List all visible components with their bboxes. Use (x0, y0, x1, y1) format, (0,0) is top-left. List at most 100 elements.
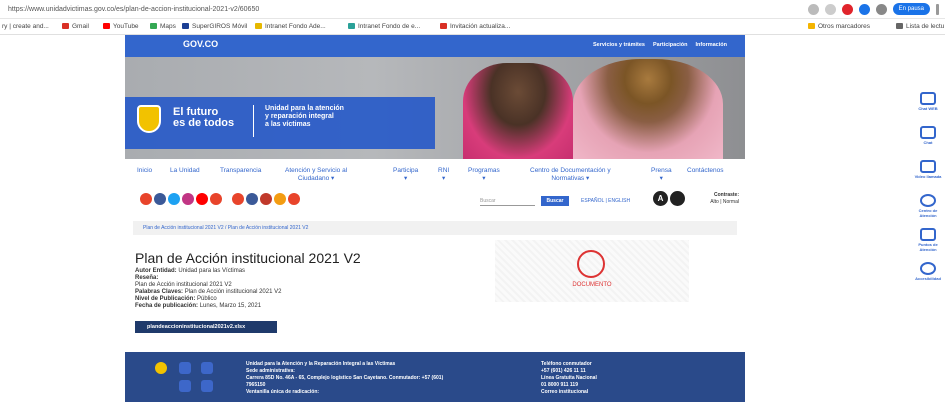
gov-nav: Servicios y trámites Participación Infor… (593, 42, 727, 48)
nav-item-inicio[interactable]: Inicio (137, 167, 152, 175)
banner-brand-box: El futuro es de todos Unidad para la ate… (125, 97, 435, 149)
instagram-icon[interactable] (182, 193, 194, 205)
language-switcher[interactable]: ESPAÑOL | ENGLISH (581, 197, 630, 205)
photo-woman (463, 63, 573, 159)
social-icon[interactable] (260, 193, 272, 205)
meta-label: Fecha de publicación: (135, 303, 199, 309)
bookmark-folder[interactable]: Otros marcadores (808, 19, 870, 35)
divider (253, 105, 254, 137)
youtube-icon[interactable] (201, 362, 213, 374)
breadcrumb[interactable]: Plan de Acción institucional 2021 V2 / P… (133, 221, 737, 235)
contact-center-button[interactable]: Centro de Atención (914, 192, 942, 224)
bookmark-item[interactable]: Intranet Fondo Ade... (255, 19, 326, 35)
menu-icon[interactable] (936, 3, 939, 15)
contrast-options[interactable]: Alto | Normal (697, 199, 739, 206)
logo-icon (155, 362, 167, 374)
nav-item-rni[interactable]: RNI ▾ (438, 167, 449, 183)
nav-item-atencion[interactable]: Atención y Servicio al Ciudadano ▾ (285, 167, 347, 183)
contrast-label: Contraste: (713, 192, 739, 198)
browser-toolbar: En pausa (807, 3, 939, 15)
nav-item-participa[interactable]: Participa ▾ (393, 167, 418, 183)
twitter-icon[interactable] (168, 193, 180, 205)
bookmark-item[interactable]: Maps (150, 19, 176, 35)
share-icon[interactable] (807, 3, 819, 15)
reading-list-icon (896, 23, 903, 30)
bookmark-item[interactable]: Intranet Fondo de e... (348, 19, 420, 35)
chat-button[interactable]: Chat (914, 124, 942, 156)
gov-nav-link[interactable]: Servicios y trámites (593, 42, 645, 48)
puzzle-icon[interactable] (875, 3, 887, 15)
document-preview[interactable]: DOCUMENTO (495, 240, 689, 302)
phone-icon (920, 194, 936, 207)
facebook-icon[interactable] (154, 193, 166, 205)
extension-icon[interactable] (858, 3, 870, 15)
meta-label: Palabras Claves: (135, 289, 184, 295)
nav-item-programas[interactable]: Programas ▾ (468, 167, 500, 183)
facebook-icon[interactable] (179, 362, 191, 374)
page-viewport: GOV.CO Servicios y trámites Participació… (0, 35, 945, 402)
nav-item-centro-documentacion[interactable]: Centro de Documentación y Normativas ▾ (530, 167, 611, 183)
social-icon[interactable] (288, 193, 300, 205)
meta-label: Autor Entidad: (135, 268, 177, 274)
url-text[interactable]: https://www.unidadvictimas.gov.co/es/pla… (8, 0, 259, 19)
spacer (224, 193, 230, 205)
gov-nav-link[interactable]: Participación (653, 42, 688, 48)
social-icon[interactable] (232, 193, 244, 205)
search-button[interactable]: Buscar (541, 196, 569, 206)
social-icon[interactable] (140, 193, 152, 205)
gov-nav-link[interactable]: Información (696, 42, 727, 48)
document-label: DOCUMENTO (572, 282, 612, 288)
flickr-icon[interactable] (210, 193, 222, 205)
unit-name[interactable]: Unidad para la atención y reparación int… (265, 105, 344, 129)
service-points-button[interactable]: Puntos de Atención (914, 226, 942, 258)
video-call-button[interactable]: Video llamada (914, 158, 942, 190)
video-call-icon (920, 160, 936, 173)
document-metadata: Autor Entidad: Unidad para las Víctimas … (135, 268, 281, 310)
document-icon (577, 250, 605, 278)
extension-icon[interactable] (841, 3, 853, 15)
meta-value: Plan de Acción institucional 2021 V2 (184, 289, 282, 295)
text-size-icon[interactable]: A (653, 191, 668, 206)
folder-icon (808, 23, 815, 30)
profile-pause-button[interactable]: En pausa (892, 3, 930, 15)
intranet-icon (348, 23, 355, 30)
meta-value: Unidad para las Víctimas (178, 268, 246, 274)
meta-label: Reseña: (135, 275, 159, 281)
nav-item-contactenos[interactable]: Contáctenos (687, 167, 724, 175)
nav-item-transparencia[interactable]: Transparencia (220, 167, 261, 175)
social-icon[interactable] (246, 193, 258, 205)
location-icon (920, 228, 936, 241)
website: GOV.CO Servicios y trámites Participació… (125, 35, 745, 402)
nav-item-la-unidad[interactable]: La Unidad (170, 167, 200, 175)
search-input[interactable]: Buscar (480, 197, 535, 206)
footer-contact: Teléfono conmutador +57 (601) 426 11 11 … (541, 361, 597, 395)
twitter-icon[interactable] (201, 380, 213, 392)
main-nav: Inicio La Unidad Transparencia Atención … (125, 159, 745, 187)
bookmarks-bar: ry | create and... Gmail YouTube Maps Su… (0, 19, 945, 35)
address-bar[interactable]: https://www.unidadvictimas.gov.co/es/pla… (0, 0, 945, 19)
meta-value: Plan de Acción institucional 2021 V2 (135, 282, 232, 288)
bookmark-item[interactable]: SuperGIROS Móvil (182, 19, 247, 35)
bookmark-item[interactable]: Gmail (62, 19, 89, 35)
youtube-icon (103, 23, 110, 30)
contrast-control[interactable]: Contraste: Alto | Normal (697, 192, 739, 206)
social-icon[interactable] (274, 193, 286, 205)
chat-web-button[interactable]: Chat WEB (914, 90, 942, 122)
footer-address: Unidad para la Atención y la Reparación … (246, 361, 444, 395)
reading-list[interactable]: Lista de lectu (896, 19, 944, 35)
download-file-button[interactable]: plandeaccioninstitucional2021v2.xlsx (135, 321, 277, 333)
youtube-icon[interactable] (196, 193, 208, 205)
bookmark-item[interactable]: ry | create and... (2, 19, 49, 35)
bookmark-star-icon[interactable] (824, 3, 836, 15)
nav-item-prensa[interactable]: Prensa ▾ (651, 167, 672, 183)
accessibility-icon[interactable] (670, 191, 685, 206)
instagram-icon[interactable] (179, 380, 191, 392)
bookmark-item[interactable]: YouTube (103, 19, 139, 35)
file-label: plandeaccioninstitucional2021v2.xlsx (147, 324, 246, 330)
gov-header: GOV.CO Servicios y trámites Participació… (125, 35, 745, 57)
accessibility-button[interactable]: Accesibilidad (914, 260, 942, 292)
photo-man (573, 59, 723, 159)
bookmark-item[interactable]: Invitación actualiza... (440, 19, 510, 35)
maps-icon (150, 23, 157, 30)
govco-logo[interactable]: GOV.CO (183, 39, 218, 49)
